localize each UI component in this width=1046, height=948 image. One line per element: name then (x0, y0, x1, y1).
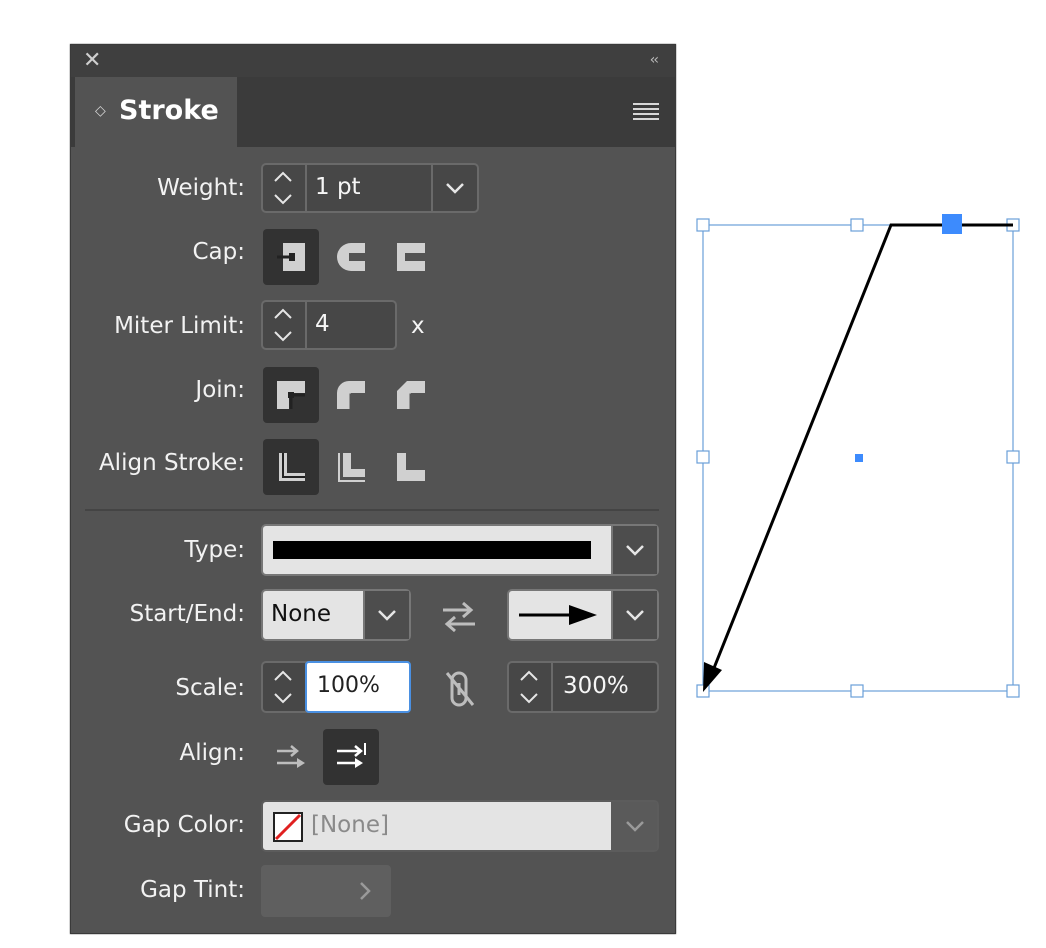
handle-middle-right[interactable] (1006, 450, 1020, 464)
handle-bottom-center[interactable] (850, 684, 864, 698)
selected-anchor-point[interactable] (942, 214, 962, 234)
stroke-path[interactable] (712, 223, 1013, 669)
handle-top-left[interactable] (696, 218, 710, 232)
handle-bottom-right[interactable] (1006, 684, 1020, 698)
handle-middle-left[interactable] (696, 450, 710, 464)
path-end-arrowhead (703, 662, 722, 692)
document-canvas[interactable] (0, 0, 1046, 948)
handle-top-center[interactable] (850, 218, 864, 232)
center-point[interactable] (855, 454, 863, 462)
